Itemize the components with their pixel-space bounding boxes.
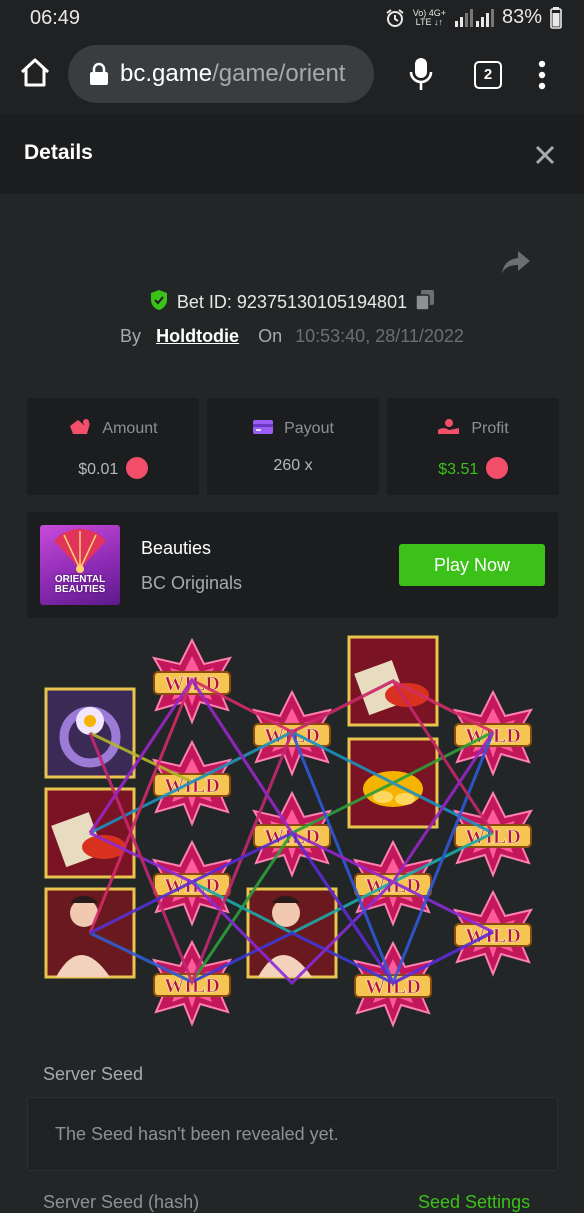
copy-icon[interactable]: [415, 289, 435, 311]
slot-board: WILD: [44, 635, 532, 1026]
game-thumbnail[interactable]: ORIENTAL BEAUTIES: [40, 525, 120, 605]
fan-icon: [54, 528, 106, 573]
network-indicator: Vo) 4G+ LTE ↓↑: [412, 7, 446, 27]
lock-icon: [90, 62, 108, 85]
bet-id-row: Bet ID: 92375130105194801: [0, 289, 584, 313]
tron-coin-icon: [125, 457, 148, 479]
bet-byline: By Holdtodie On 10:53:40, 28/11/2022: [0, 326, 584, 347]
status-icons: Vo) 4G+ LTE ↓↑ 83%: [385, 6, 562, 29]
close-icon[interactable]: [534, 144, 556, 166]
bet-timestamp: 10:53:40, 28/11/2022: [295, 326, 464, 346]
thumbnail-text: ORIENTAL BEAUTIES: [54, 574, 106, 595]
play-now-button[interactable]: Play Now: [399, 544, 545, 586]
user-link[interactable]: Holdtodie: [156, 326, 239, 346]
seed-settings-link[interactable]: Seed Settings: [418, 1192, 530, 1213]
server-seed-hash-label: Server Seed (hash): [43, 1192, 200, 1212]
more-menu-icon[interactable]: [538, 60, 546, 90]
signal-icon: [454, 8, 494, 27]
details-header: Details: [0, 114, 584, 194]
alarm-icon: [386, 8, 404, 27]
profit-label: Profit: [387, 418, 559, 438]
game-name: Beauties: [141, 538, 212, 558]
amount-value: $0.01: [27, 457, 199, 479]
amount-card: Amount $0.01: [27, 398, 199, 495]
details-title: Details: [24, 141, 93, 164]
amount-icon: [70, 419, 91, 434]
battery-percent: 83%: [501, 6, 542, 28]
server-seed-label: Server Seed: [43, 1064, 144, 1084]
profit-icon: [438, 419, 460, 434]
bet-id: Bet ID: 92375130105194801: [176, 292, 408, 312]
microphone-icon[interactable]: [408, 56, 434, 92]
home-icon[interactable]: [18, 56, 52, 90]
seed-message: The Seed hasn't been revealed yet.: [55, 1124, 339, 1144]
address-bar[interactable]: bc.game/game/orient: [68, 45, 374, 103]
url-text: bc.game/game/orient: [120, 60, 346, 87]
status-time: 06:49: [30, 7, 81, 29]
verified-shield-icon: [150, 290, 167, 310]
profit-card: Profit $3.51: [387, 398, 559, 495]
status-bar: 06:49 Vo) 4G+ LTE ↓↑ 83%: [0, 0, 584, 36]
payout-label: Payout: [207, 418, 379, 438]
browser-toolbar: bc.game/game/orient 2: [0, 36, 584, 114]
tron-coin-icon: [485, 457, 508, 479]
share-icon[interactable]: [500, 248, 532, 276]
profit-value: $3.51: [387, 457, 559, 479]
on-label: On: [258, 326, 283, 346]
payout-value: 260 x: [273, 457, 313, 474]
amount-label: Amount: [27, 418, 199, 438]
battery-icon: [550, 6, 562, 29]
tab-count-button[interactable]: 2: [474, 61, 502, 89]
wallet-icon: [253, 420, 274, 434]
payout-card: Payout 260 x: [207, 398, 379, 495]
game-card: ORIENTAL BEAUTIES Beauties BC Originals …: [27, 512, 558, 618]
by-label: By: [120, 326, 142, 346]
game-provider: BC Originals: [141, 573, 243, 593]
server-seed-box: The Seed hasn't been revealed yet.: [27, 1097, 558, 1171]
